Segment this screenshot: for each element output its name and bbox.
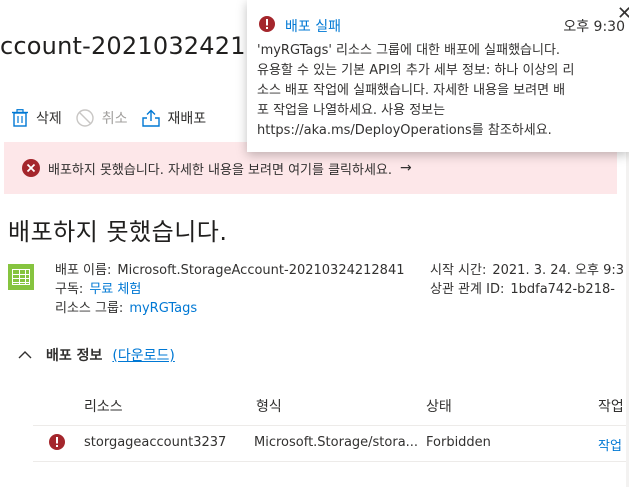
deployment-details-header[interactable]: 배포 정보 (다운로드) [18,345,175,365]
cancel-label: 취소 [101,111,128,127]
table-row-divider [33,461,629,462]
status-cell: Forbidden [426,435,491,450]
start-time-value: 2021. 3. 24. 오후 9:3 [492,263,625,278]
resource-group-link[interactable]: myRGTags [129,301,197,316]
correlation-id-value: 1bdfa742-b218- [510,282,615,297]
deployment-icon [8,264,34,290]
redeploy-button[interactable]: 재배포 [141,108,207,128]
notification-toast[interactable]: 배포 실패 오후 9:30 'myRGTags' 리소스 그룹에 대한 배포에 … [247,0,629,152]
deployment-info-left: 배포 이름: Microsoft.StorageAccount-202103242… [55,261,405,318]
delete-button[interactable]: 삭제 [12,108,62,128]
correlation-id-label: 상관 관계 ID: [430,282,505,297]
arrow-right-icon: → [400,160,412,176]
resource-name-cell: storgageaccount3237 [84,435,227,450]
deployment-status-heading: 배포하지 못했습니다. [8,218,228,246]
start-time-label: 시작 시간: [430,263,487,278]
cancel-button[interactable]: 취소 [76,108,128,128]
error-icon [22,159,40,177]
error-banner-message: 배포하지 못했습니다. 자세한 내용을 보려면 여기를 클릭하세요. [48,162,393,178]
chevron-up-icon[interactable] [18,350,32,360]
subscription-link[interactable]: 무료 체험 [89,282,141,297]
deployment-name-value: Microsoft.StorageAccount-20210324212841 [117,263,405,278]
command-bar: 삭제 취소 재배포 [12,106,220,130]
close-icon[interactable]: ✕ [617,3,629,24]
deployment-name-label: 배포 이름: [55,263,112,278]
upload-icon [141,109,160,127]
column-header-status[interactable]: 상태 [426,396,452,416]
page-title: ccount-202103242128 [0,32,277,60]
notification-title[interactable]: 배포 실패 [285,16,341,36]
error-status-icon [49,434,65,450]
table-header-divider [33,425,629,426]
trash-icon [12,109,28,127]
download-link[interactable]: (다운로드) [112,345,174,365]
column-header-type[interactable]: 형식 [256,396,282,416]
error-icon [259,16,275,32]
delete-label: 삭제 [36,111,62,127]
resource-type-cell: Microsoft.Storage/stora... [254,435,419,450]
operation-details-link[interactable]: 작업 [598,439,622,454]
redeploy-label: 재배포 [167,111,207,127]
resource-group-label: 리소스 그룹: [55,301,124,316]
column-header-operation[interactable]: 작업 [598,396,624,416]
deployment-details-title: 배포 정보 [46,348,103,364]
subscription-label: 구독: [55,282,84,297]
cancel-icon [76,109,94,127]
column-header-resource[interactable]: 리소스 [84,396,123,416]
notification-body: 'myRGTags' 리소스 그룹에 대한 배포에 실패했습니다. 유용할 수 … [257,43,575,138]
deployment-info-right: 시작 시간: 2021. 3. 24. 오후 9:3 상관 관계 ID: 1bdfa… [430,261,624,299]
notification-time: 오후 9:30 [563,19,625,35]
